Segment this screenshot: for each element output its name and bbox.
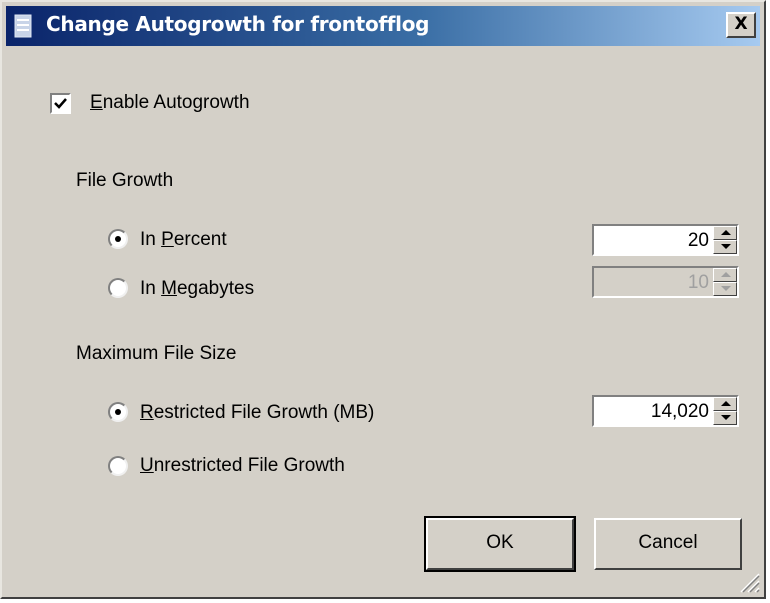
cancel-button[interactable]: Cancel — [594, 518, 742, 570]
arrow-down-icon — [721, 415, 731, 420]
file-growth-heading: File Growth — [76, 170, 174, 191]
arrow-down-icon — [721, 244, 731, 249]
arrow-down-icon — [721, 286, 731, 291]
percent-spin-buttons — [713, 226, 737, 254]
unrestricted-growth-label[interactable]: Unrestricted File Growth — [140, 455, 345, 477]
database-icon — [14, 14, 32, 38]
arrow-up-icon — [721, 401, 731, 406]
megabytes-decrement-button — [713, 282, 737, 296]
radio-selected-dot — [115, 236, 121, 242]
radio-selected-dot — [115, 409, 121, 415]
megabytes-value: 10 — [687, 272, 709, 293]
enable-autogrowth-checkbox[interactable] — [50, 93, 71, 114]
restricted-growth-radio[interactable] — [108, 402, 128, 422]
ok-button[interactable]: OK — [424, 516, 576, 572]
arrow-up-icon — [721, 272, 731, 277]
percent-value[interactable]: 20 — [688, 230, 709, 252]
in-megabytes-label[interactable]: In Megabytes — [140, 278, 254, 300]
max-size-decrement-button[interactable] — [713, 411, 737, 425]
title-bar[interactable]: Change Autogrowth for frontofflog X — [6, 6, 760, 46]
percent-spinbox[interactable]: 20 — [592, 224, 739, 256]
restricted-growth-label[interactable]: Restricted File Growth (MB) — [140, 402, 374, 424]
percent-decrement-button[interactable] — [713, 240, 737, 254]
percent-increment-button[interactable] — [713, 226, 737, 240]
arrow-up-icon — [721, 230, 731, 235]
close-icon: X — [734, 14, 748, 34]
in-megabytes-radio[interactable] — [108, 278, 128, 298]
resize-grip-icon[interactable] — [738, 571, 760, 593]
max-size-spinbox[interactable]: 14,020 — [592, 395, 739, 427]
in-percent-radio[interactable] — [108, 229, 128, 249]
max-file-size-heading: Maximum File Size — [76, 343, 237, 364]
close-button[interactable]: X — [726, 12, 756, 38]
max-size-value[interactable]: 14,020 — [651, 401, 709, 423]
enable-autogrowth-label[interactable]: Enable Autogrowth — [90, 92, 250, 114]
megabytes-increment-button — [713, 268, 737, 282]
megabytes-spinbox: 10 — [592, 266, 739, 298]
max-size-increment-button[interactable] — [713, 397, 737, 411]
checkmark-icon — [54, 98, 67, 109]
megabytes-spin-buttons — [713, 268, 737, 296]
max-size-spin-buttons — [713, 397, 737, 425]
in-percent-label[interactable]: In Percent — [140, 229, 227, 251]
unrestricted-growth-radio[interactable] — [108, 456, 128, 476]
window-title: Change Autogrowth for frontofflog — [46, 12, 430, 36]
change-autogrowth-dialog: Change Autogrowth for frontofflog X Enab… — [0, 0, 766, 599]
